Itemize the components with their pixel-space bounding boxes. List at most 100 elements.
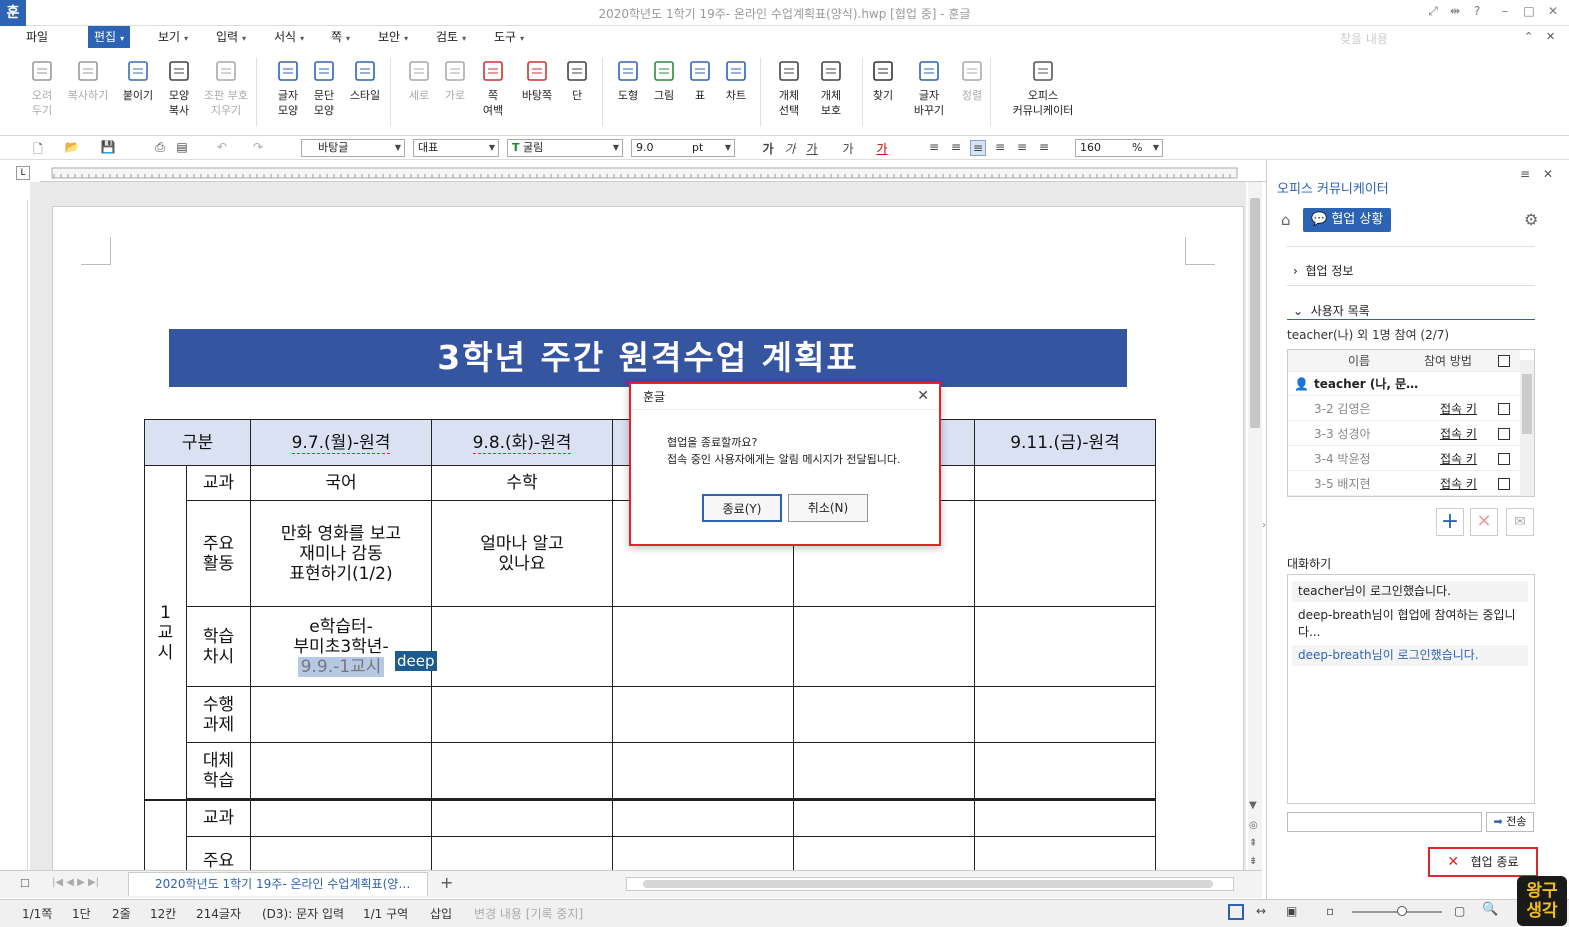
status-item[interactable]: 삽입 (430, 905, 452, 922)
table-cell[interactable] (250, 686, 432, 743)
target-icon[interactable]: ◎ (1249, 820, 1258, 831)
menu-3[interactable]: 보기 ▾ (152, 26, 194, 48)
scroll-thumb[interactable] (1522, 374, 1532, 434)
status-item[interactable]: (D3): 문자 입력 (262, 905, 344, 922)
tab-nav-icon[interactable]: |◀ ◀ ▶ ▶| (52, 877, 99, 888)
table-cell[interactable]: 국어 (250, 465, 432, 501)
next-page-icon[interactable]: ⇟ (1249, 856, 1257, 867)
doc-banner-title[interactable]: 3학년 주간 원격수업 계획표 (169, 329, 1127, 387)
hscroll-thumb[interactable] (643, 880, 1213, 888)
menu-7[interactable]: 보안 ▾ (372, 26, 414, 48)
row-label[interactable]: 주요 활동 (186, 500, 251, 607)
ribbon-clear-format-button[interactable]: 조판 부호 지우기 (194, 58, 258, 118)
table-cell[interactable] (974, 606, 1156, 687)
table-cell[interactable] (612, 799, 794, 837)
collab-info-section[interactable]: › 협업 정보 (1293, 262, 1353, 279)
view-page-icon[interactable] (1228, 904, 1244, 920)
bold-icon[interactable]: 가 (760, 140, 776, 157)
menu-2[interactable]: 편집 ▾ (88, 26, 131, 48)
menu-4[interactable]: 입력 ▾ (210, 26, 252, 48)
horizontal-ruler[interactable] (40, 164, 1270, 182)
table-cell[interactable]: 수학 (431, 465, 613, 501)
table-cell[interactable] (974, 742, 1156, 799)
align-right-icon[interactable]: ≡ (992, 140, 1008, 154)
strike-icon[interactable]: 가 (840, 140, 856, 157)
chevron-up-icon[interactable]: ⌃ (1524, 30, 1533, 43)
open-folder-icon[interactable]: 📂 (64, 140, 80, 154)
table-cell[interactable] (612, 742, 794, 799)
menu-5[interactable]: 서식 ▾ (268, 26, 310, 48)
row-label[interactable]: 교과 (186, 799, 251, 837)
user-checkbox[interactable] (1498, 403, 1510, 415)
user-row[interactable]: 3-5 배지현 접속 키 (1288, 472, 1520, 496)
user-checkbox[interactable] (1498, 428, 1510, 440)
user-row[interactable]: 3-3 성경아 접속 키 (1288, 422, 1520, 446)
minimize-icon[interactable]: – (1495, 4, 1515, 18)
align-center-icon[interactable]: ≡ (970, 140, 986, 156)
ribbon-sort-button[interactable]: 정렬 (940, 58, 1004, 103)
user-row[interactable]: 3-4 박윤정 접속 키 (1288, 447, 1520, 471)
table-cell[interactable] (431, 742, 613, 799)
collab-status-tab[interactable]: 💬 협업 상황 (1303, 208, 1392, 232)
table-cell[interactable]: e학습터- 부미초3학년- 9.9.-1교시 (250, 606, 432, 687)
language-combo[interactable]: 대표 ▼ (413, 139, 499, 157)
table-cell[interactable] (974, 799, 1156, 837)
view-width-icon[interactable]: ↔ (1256, 904, 1266, 918)
vertical-ruler[interactable] (12, 200, 28, 870)
chat-log[interactable]: teacher님이 로그인했습니다. deep-breath님이 협업에 참여하… (1287, 574, 1535, 804)
panel-collapse-icon[interactable]: › (1262, 520, 1266, 531)
horizontal-scrollbar[interactable] (626, 877, 1234, 891)
new-doc-icon[interactable]: 🗋 (30, 140, 46, 161)
row-label[interactable]: 대체 학습 (186, 742, 251, 799)
scroll-thumb[interactable] (1250, 198, 1260, 428)
align-left-icon[interactable]: ≡ (948, 140, 964, 154)
prev-page-icon[interactable]: ⇞ (1249, 838, 1257, 849)
close-doc-icon[interactable]: ✕ (1546, 30, 1555, 43)
end-collab-button[interactable]: ✕ 협업 종료 (1428, 847, 1538, 877)
status-item[interactable]: 1/1 구역 (363, 905, 408, 922)
table-cell[interactable] (974, 500, 1156, 607)
user-list-section[interactable]: ⌄ 사용자 목록 (1293, 302, 1370, 319)
user-row-me[interactable]: 👤 teacher (나, 문… (1288, 372, 1520, 396)
header-cell[interactable]: 9.7.(월)-원격 (250, 419, 432, 466)
tab-type-icon[interactable]: L (16, 166, 30, 180)
period-cell[interactable]: 1 교 시 (144, 465, 187, 801)
doc-tab[interactable]: 2020학년도 1학기 19주- 온라인 수업계획표(양… (128, 872, 428, 896)
table-cell[interactable] (612, 606, 794, 687)
menu-9[interactable]: 도구 ▾ (488, 26, 530, 48)
user-checkbox[interactable] (1498, 478, 1510, 490)
user-checkbox[interactable] (1498, 453, 1510, 465)
user-row[interactable]: 3-2 김영은 접속 키 (1288, 397, 1520, 421)
send-button[interactable]: ➡ 전송 (1486, 812, 1534, 832)
table-cell[interactable] (431, 835, 613, 870)
add-tab-icon[interactable]: + (440, 873, 453, 892)
table-cell[interactable] (974, 686, 1156, 743)
remove-user-button[interactable]: ✕ (1470, 508, 1498, 536)
user-list[interactable]: 이름 참여 방법 👤 teacher (나, 문… 3-2 김영은 접속 키 3-3… (1287, 349, 1535, 497)
table-cell[interactable] (250, 742, 432, 799)
panel-close-icon[interactable]: ✕ (1543, 167, 1553, 181)
font-combo[interactable]: T 굴림 ▼ (507, 139, 623, 157)
undo-icon[interactable]: ↶ (214, 140, 230, 154)
dialog-close-icon[interactable]: ✕ (917, 388, 929, 404)
header-cell[interactable]: 9.11.(금)-원격 (974, 419, 1156, 466)
chat-input[interactable] (1287, 812, 1482, 832)
select-all-checkbox[interactable] (1498, 355, 1510, 367)
vertical-scrollbar[interactable] (1248, 182, 1262, 870)
magnifier-icon[interactable]: 🔍 (1482, 902, 1498, 917)
divide-icon[interactable]: ≡ (1036, 140, 1052, 154)
table-cell[interactable] (612, 835, 794, 870)
settings-gear-icon[interactable]: ⚙ (1524, 210, 1538, 229)
table-cell[interactable] (793, 686, 975, 743)
zoom-in-icon[interactable]: ▢ (1454, 904, 1465, 918)
table-cell[interactable] (250, 799, 432, 837)
status-item[interactable]: 변경 내용 [기록 중지] (474, 905, 583, 922)
table-cell[interactable] (793, 606, 975, 687)
ribbon-communicator-button[interactable]: 오피스 커뮤니케이터 (1011, 58, 1075, 118)
menu-1[interactable]: 파일 (20, 26, 54, 48)
justify-icon[interactable]: ≡ (926, 140, 942, 154)
table-cell[interactable]: 얼마나 알고 있나요 (431, 500, 613, 607)
style-combo[interactable]: 바탕글 ▼ (301, 139, 405, 157)
table-cell[interactable] (793, 835, 975, 870)
confirm-end-button[interactable]: 종료(Y) (702, 494, 782, 522)
